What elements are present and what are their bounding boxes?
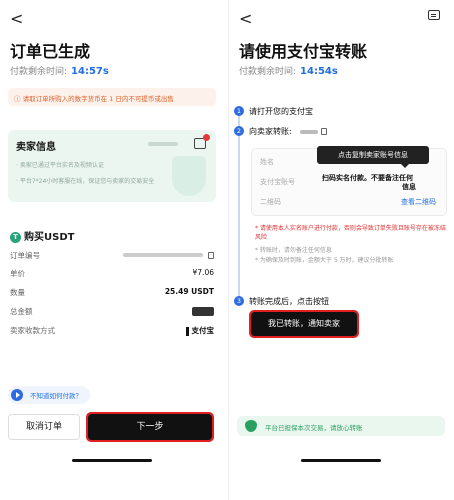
row-label: 单价 (10, 269, 25, 278)
seller-name-redacted (148, 142, 178, 146)
tether-icon: T (10, 231, 21, 243)
chat-badge (203, 134, 210, 141)
row-label: 订单编号 (10, 251, 40, 260)
warning-icon: ⓘ (14, 95, 23, 103)
total-redacted (192, 306, 214, 316)
copy-icon[interactable] (321, 128, 328, 135)
step-2-label: 向卖家转账: (249, 127, 292, 136)
buy-title: T 购买USDT (10, 228, 74, 243)
step-3-dot: 3 (234, 296, 244, 306)
warning-banner: ⓘ 请取订单所购入的数字货币在 1 日内不可提币或出售 (8, 88, 216, 106)
payment-timer: 付款剩余时间: 14:54s (239, 64, 338, 77)
timer-value: 14:54s (300, 66, 338, 77)
step-1-text: 请打开您的支付宝 (249, 107, 313, 116)
page-title: 订单已生成 (10, 42, 91, 61)
next-button[interactable]: 下一步 (86, 412, 214, 442)
home-indicator (72, 459, 152, 462)
note-text: * 请使用本人实名账户进行付款，否则会导致订单失败且账号存在被冻结风险 (255, 225, 446, 241)
step-1-dot: 1 (234, 106, 244, 116)
qr-label: 二维码 (260, 198, 281, 206)
name-label: 姓名 (260, 158, 274, 166)
row-value: ¥7.06 (192, 268, 214, 277)
page-title: 请使用支付宝转账 (239, 42, 368, 61)
shield-icon (172, 156, 206, 196)
payment-method-row: 卖家收款方式 支付宝 (10, 325, 214, 336)
quantity-row: 数量 25.49 USDT (10, 287, 214, 298)
cancel-order-button[interactable]: 取消订单 (8, 414, 80, 440)
order-created-screen: < 订单已生成 付款剩余时间: 14:57s ⓘ 请取订单所购入的数字货币在 1 … (0, 0, 224, 500)
timer-value: 14:57s (71, 66, 109, 77)
play-icon (11, 389, 23, 401)
safety-banner: 平台已担保本次交易，请放心转账 (237, 416, 445, 436)
message-icon[interactable] (428, 10, 440, 20)
back-button[interactable]: < (239, 9, 252, 28)
safety-text: 平台已担保本次交易，请放心转账 (265, 424, 363, 432)
timer-label: 付款剩余时间: (239, 67, 297, 77)
steps-line (238, 112, 240, 302)
home-indicator (301, 459, 381, 462)
step-2-text: 向卖家转账: (249, 126, 328, 137)
account-note: 扫码实名付款。不要备注任何 (322, 174, 413, 182)
row-value: 支付宝 (185, 325, 214, 336)
step-2-dot: 2 (234, 126, 244, 136)
account-label: 支付宝账号 (260, 178, 295, 186)
note-realname: * 请使用本人实名账户进行付款，否则会导致订单失败且账号存在被冻结风险 (255, 224, 449, 242)
shield-check-icon (245, 420, 257, 432)
unit-price-row: 单价 ¥7.06 (10, 268, 214, 279)
row-label: 数量 (10, 288, 25, 297)
alipay-icon (185, 326, 189, 336)
payment-timer: 付款剩余时间: 14:57s (10, 64, 109, 77)
row-label: 卖家收款方式 (10, 326, 55, 335)
seller-title: 卖家信息 (16, 142, 56, 153)
row-value: 25.49 USDT (164, 287, 214, 296)
how-to-pay-link[interactable]: 不知道如何付款？ (8, 386, 90, 404)
order-number-row: 订单编号 (10, 250, 214, 261)
warning-text: 请取订单所购入的数字货币在 1 日内不可提币或出售 (22, 95, 174, 103)
note-split: * 为确保及时到账，金额大于 5 万时，建议分批转账 (255, 257, 394, 264)
copy-tooltip: 点击复制卖家账号信息 (317, 146, 429, 168)
buy-title-text: 购买USDT (24, 232, 75, 243)
total-row: 总金额 (10, 306, 214, 317)
seller-info-card: 卖家信息 · 卖家已通过平台实名及视频认证 · 平台7*24小时客服在线，保证您… (8, 130, 216, 202)
view-qr-link[interactable]: 查看二维码 (401, 197, 436, 207)
account-note: 信息 (402, 183, 416, 191)
step-3-text: 转账完成后，点击按钮 (249, 297, 329, 306)
timer-label: 付款剩余时间: (10, 67, 68, 77)
order-number-redacted[interactable] (122, 250, 214, 259)
seller-name-redacted (300, 129, 319, 134)
alipay-transfer-screen: < 请使用支付宝转账 付款剩余时间: 14:54s 1 请打开您的支付宝 2 向卖… (228, 0, 452, 500)
transferred-notify-button[interactable]: 我已转账，通知卖家 (249, 310, 359, 338)
note-no-remark: * 转账时，请勿备注任何信息 (255, 247, 332, 254)
back-button[interactable]: < (10, 9, 23, 28)
row-label: 总金额 (10, 307, 33, 316)
how-to-pay-text: 不知道如何付款？ (30, 392, 82, 400)
